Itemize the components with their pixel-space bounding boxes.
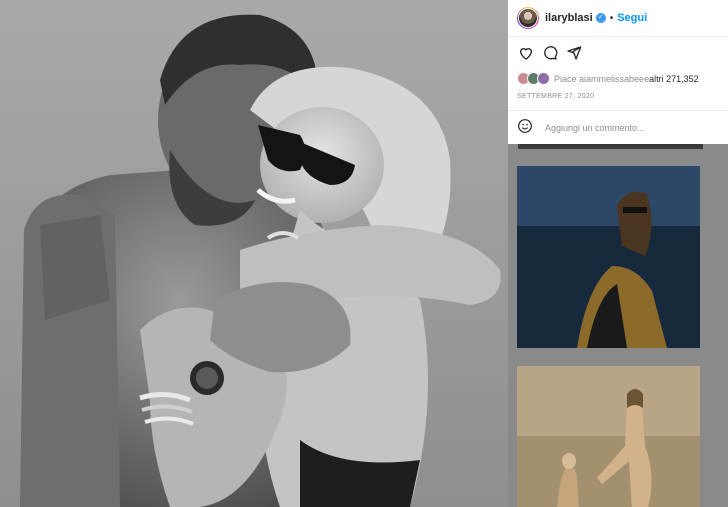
emoji-icon[interactable] bbox=[517, 118, 533, 139]
likes-prefix: Piace a bbox=[554, 73, 585, 84]
grid-thumbnail-partial[interactable] bbox=[518, 144, 703, 149]
likes-summary: Piace a iammelissabee e altri 271,352 bbox=[517, 72, 722, 85]
username-link[interactable]: ilaryblasi bbox=[545, 12, 593, 24]
share-icon[interactable] bbox=[566, 45, 582, 66]
instagram-post-view: ilaryblasi ✓ • Segui Piace a iammelissab… bbox=[0, 0, 728, 507]
profile-avatar-icon[interactable] bbox=[517, 7, 539, 29]
post-photo-image bbox=[0, 0, 508, 507]
grid-thumbnail[interactable] bbox=[517, 366, 700, 507]
thumbnail-image bbox=[517, 166, 700, 348]
header-separator: • bbox=[609, 12, 614, 24]
likes-count-link[interactable]: altri 271,352 bbox=[649, 74, 699, 84]
post-header: ilaryblasi ✓ • Segui bbox=[508, 0, 728, 37]
heart-icon[interactable] bbox=[518, 45, 534, 66]
liker-avatar bbox=[537, 72, 550, 85]
post-date: SETTEMBRE 27, 2020 bbox=[517, 93, 595, 100]
post-actions bbox=[518, 45, 718, 65]
post-photo[interactable] bbox=[0, 0, 508, 507]
more-posts-grid bbox=[508, 144, 728, 507]
liker-avatars bbox=[517, 72, 550, 85]
thumbnail-image bbox=[517, 366, 700, 507]
comment-icon[interactable] bbox=[542, 45, 558, 66]
comment-input[interactable] bbox=[543, 122, 707, 134]
grid-thumbnail[interactable] bbox=[517, 166, 700, 348]
follow-button[interactable]: Segui bbox=[617, 12, 647, 24]
comment-bar bbox=[508, 110, 728, 145]
avatar-photo bbox=[518, 8, 538, 28]
verified-badge-icon: ✓ bbox=[595, 13, 606, 23]
liker-username[interactable]: iammelissabee bbox=[584, 74, 644, 84]
post-sidebar: ilaryblasi ✓ • Segui Piace a iammelissab… bbox=[508, 0, 728, 507]
